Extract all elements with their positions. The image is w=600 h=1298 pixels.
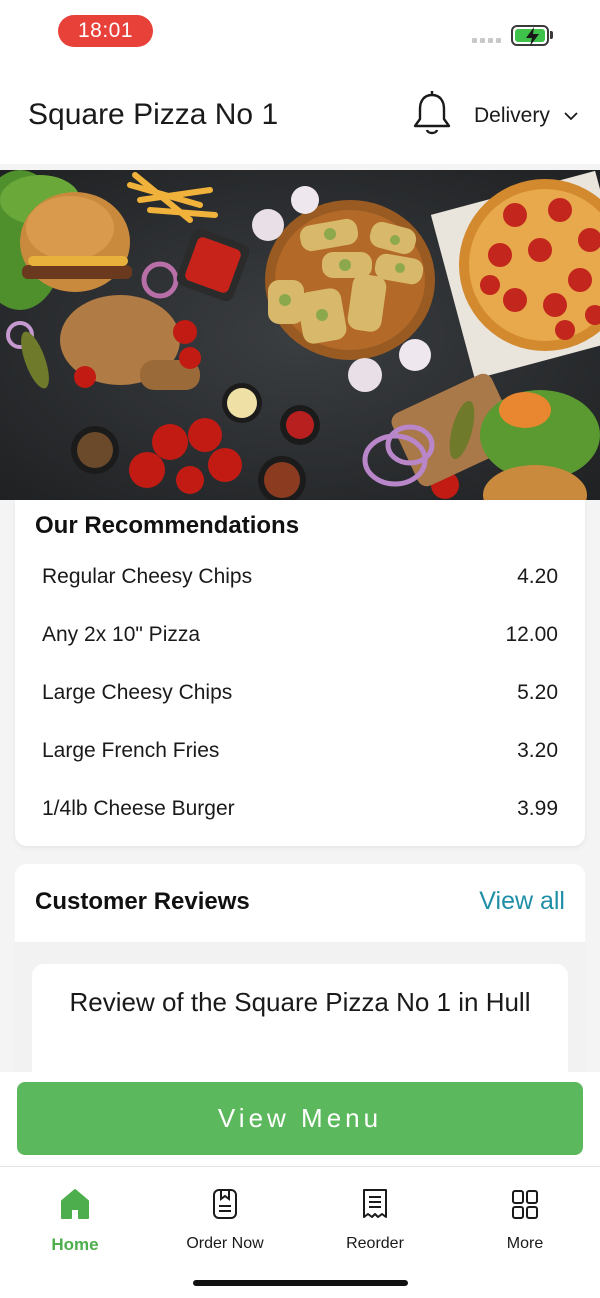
order-icon <box>213 1189 237 1219</box>
item-name: 1/4lb Cheese Burger <box>42 797 235 820</box>
tab-order-now[interactable]: Order Now <box>150 1187 300 1253</box>
delivery-label: Delivery <box>474 104 550 127</box>
hero-food-image <box>0 170 600 500</box>
app-header: Square Pizza No 1 Delivery <box>0 64 600 164</box>
recommendations-card: Our Recommendations Regular Cheesy Chips… <box>15 500 585 846</box>
status-bar: 18:01 <box>0 0 600 64</box>
reviews-header: Customer Reviews View all <box>15 864 585 942</box>
view-menu-button[interactable]: View Menu <box>17 1082 583 1155</box>
home-icon <box>61 1189 89 1219</box>
tab-label: Home <box>51 1235 99 1254</box>
view-menu-bar: View Menu <box>0 1072 600 1166</box>
item-price: 4.20 <box>517 565 558 588</box>
reviews-title: Customer Reviews <box>35 888 250 915</box>
bottom-tab-bar: Home Order Now Reorder More <box>0 1166 600 1298</box>
recommendation-item[interactable]: 1/4lb Cheese Burger 3.99 <box>42 789 558 829</box>
bell-icon[interactable] <box>410 90 454 138</box>
tab-label: Reorder <box>346 1235 404 1252</box>
item-price: 12.00 <box>505 623 558 646</box>
status-time: 18:01 <box>58 15 153 47</box>
item-name: Large French Fries <box>42 739 220 762</box>
item-price: 3.99 <box>517 797 558 820</box>
tab-home[interactable]: Home <box>0 1187 150 1255</box>
recommendation-item[interactable]: Large Cheesy Chips 5.20 <box>42 673 558 713</box>
tab-label: Order Now <box>186 1235 264 1252</box>
review-heading: Review of the Square Pizza No 1 in Hull <box>69 987 531 1017</box>
page-title: Square Pizza No 1 <box>28 98 279 131</box>
item-price: 3.20 <box>517 739 558 762</box>
tab-label: More <box>506 1235 544 1252</box>
recommendations-title: Our Recommendations <box>35 512 300 539</box>
chevron-down-icon <box>564 112 578 121</box>
tab-reorder[interactable]: Reorder <box>300 1187 450 1253</box>
item-name: Large Cheesy Chips <box>42 681 233 704</box>
grid-icon <box>512 1190 538 1219</box>
reviews-carousel: Review of the Square Pizza No 1 in Hull <box>15 942 585 1104</box>
signal-icon <box>472 38 501 43</box>
item-name: Any 2x 10" Pizza <box>42 623 201 646</box>
delivery-selector[interactable]: Delivery <box>474 104 578 128</box>
battery-icon <box>511 25 549 46</box>
view-all-link[interactable]: View all <box>479 887 565 916</box>
tab-more[interactable]: More <box>450 1187 600 1253</box>
recommendation-item[interactable]: Regular Cheesy Chips 4.20 <box>42 557 558 597</box>
item-name: Regular Cheesy Chips <box>42 565 253 588</box>
home-indicator <box>193 1280 408 1286</box>
item-price: 5.20 <box>517 681 558 704</box>
recommendation-item[interactable]: Any 2x 10" Pizza 12.00 <box>42 615 558 655</box>
receipt-icon <box>363 1189 387 1218</box>
recommendation-item[interactable]: Large French Fries 3.20 <box>42 731 558 771</box>
